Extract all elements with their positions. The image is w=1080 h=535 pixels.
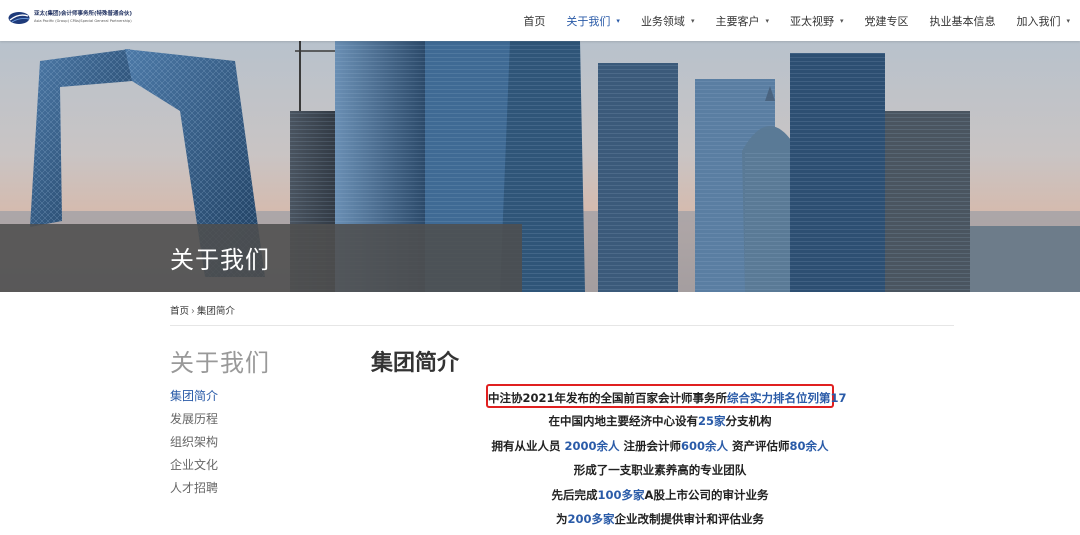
breadcrumb-current: 集团简介	[196, 306, 235, 317]
hero-banner: 关于我们	[0, 41, 1080, 292]
breadcrumb-home-link[interactable]: 首页	[170, 306, 189, 317]
intro-text: 中注协2021年发布的全国前百家会计师事务所	[488, 391, 728, 405]
intro-text: 企业改制提供审计和评估业务	[614, 512, 765, 526]
intro-text: 在中国内地主要经济中心设有	[548, 414, 698, 428]
intro-text: A股上市公司的审计业务	[644, 487, 769, 502]
intro-line: 拥有从业人员 2000余人 注册会计师600余人 资产评估师80余人	[460, 434, 860, 459]
sidebar-item[interactable]: 集团简介	[170, 385, 218, 408]
sidebar-item[interactable]: 发展历程	[170, 408, 218, 431]
logo-icon	[8, 12, 30, 24]
sidebar-item[interactable]: 人才招聘	[170, 477, 218, 500]
intro-content: 中注协2021年发布的全国前百家会计师事务所综合实力排名位列第17 在中国内地主要…	[460, 384, 860, 532]
nav-item[interactable]: 执业基本信息	[929, 13, 995, 29]
highlight-text: 综合实力排名位列第17	[727, 391, 847, 405]
intro-line: 形成了一支职业素养高的专业团队	[460, 458, 860, 483]
logo[interactable]: 亚太(集团)会计师事务所(特殊普通合伙) Asia Pacific (Group…	[8, 11, 132, 25]
banner-title: 关于我们	[170, 246, 270, 274]
nav-item-label: 主要客户	[715, 14, 760, 28]
sidebar-item[interactable]: 组织架构	[170, 431, 218, 454]
breadcrumb-separator: ›	[191, 306, 195, 317]
intro-line: 在中国内地主要经济中心设有25家分支机构	[460, 409, 860, 434]
chevron-down-icon: ▾	[616, 16, 620, 25]
banner-title-overlay: 关于我们	[0, 224, 522, 292]
nav-item[interactable]: 主要客户 ▾	[715, 13, 769, 29]
main-nav: 首页 关于我们 ▾ 业务领域 ▾ 主要客户 ▾ 亚太视野 ▾ 党建专区 执业基本信息 加入我们 ▾	[502, 0, 1070, 41]
highlight-text: 2000余人	[564, 438, 620, 453]
nav-item-label: 业务领域	[640, 14, 685, 28]
nav-item-label: 党建专区	[864, 14, 909, 28]
intro-text: 分支机构	[725, 414, 772, 428]
intro-text: 为	[555, 512, 568, 526]
sidebar-menu: 集团简介 发展历程 组织架构 企业文化 人才招聘	[170, 385, 218, 500]
intro-text: 注册会计师	[619, 438, 681, 453]
intro-text: 资产评估师	[728, 438, 790, 453]
site-header: 亚太(集团)会计师事务所(特殊普通合伙) Asia Pacific (Group…	[0, 0, 1080, 41]
nav-item[interactable]: 党建专区	[864, 13, 908, 29]
highlight-text: 80余人	[789, 438, 829, 453]
intro-text: 拥有从业人员	[491, 438, 565, 453]
intro-text: 先后完成	[551, 487, 598, 502]
nav-item[interactable]: 加入我们 ▾	[1016, 13, 1070, 29]
chevron-down-icon: ▾	[839, 16, 844, 25]
nav-item-label: 执业基本信息	[929, 14, 996, 28]
logo-name-en: Asia Pacific (Group) CPAs(Special Genera…	[34, 18, 132, 23]
nav-item-label: 首页	[523, 14, 546, 28]
highlight-text: 600余人	[681, 438, 729, 453]
highlight-text: 100多家	[597, 487, 645, 502]
chevron-down-icon: ▾	[765, 16, 769, 25]
intro-text: 形成了一支职业素养高的专业团队	[573, 463, 747, 477]
nav-item-label: 加入我们	[1016, 14, 1061, 28]
sidebar-item[interactable]: 企业文化	[170, 454, 218, 477]
nav-item-label: 亚太视野	[789, 14, 834, 28]
highlighted-ranking-line: 中注协2021年发布的全国前百家会计师事务所综合实力排名位列第17	[486, 384, 847, 408]
nav-item[interactable]: 关于我们 ▾	[566, 13, 620, 29]
highlight-text: 200多家	[567, 512, 615, 526]
divider	[170, 325, 954, 326]
logo-name-cn: 亚太(集团)会计师事务所(特殊普通合伙)	[34, 11, 133, 18]
nav-item-label: 关于我们	[566, 14, 611, 28]
nav-item[interactable]: 业务领域 ▾	[641, 13, 695, 29]
breadcrumb: 首页 › 集团简介	[170, 303, 235, 317]
page-title: 集团简介	[371, 351, 460, 376]
sidebar-title: 关于我们	[170, 349, 270, 377]
chevron-down-icon: ▾	[1066, 16, 1070, 25]
chevron-down-icon: ▾	[690, 16, 695, 25]
nav-item[interactable]: 首页	[523, 13, 545, 29]
intro-line: 先后完成100多家A股上市公司的审计业务	[460, 483, 860, 508]
nav-item[interactable]: 亚太视野 ▾	[790, 13, 844, 29]
highlight-text: 25家	[697, 414, 726, 428]
intro-line: 为200多家企业改制提供审计和评估业务	[460, 507, 860, 532]
